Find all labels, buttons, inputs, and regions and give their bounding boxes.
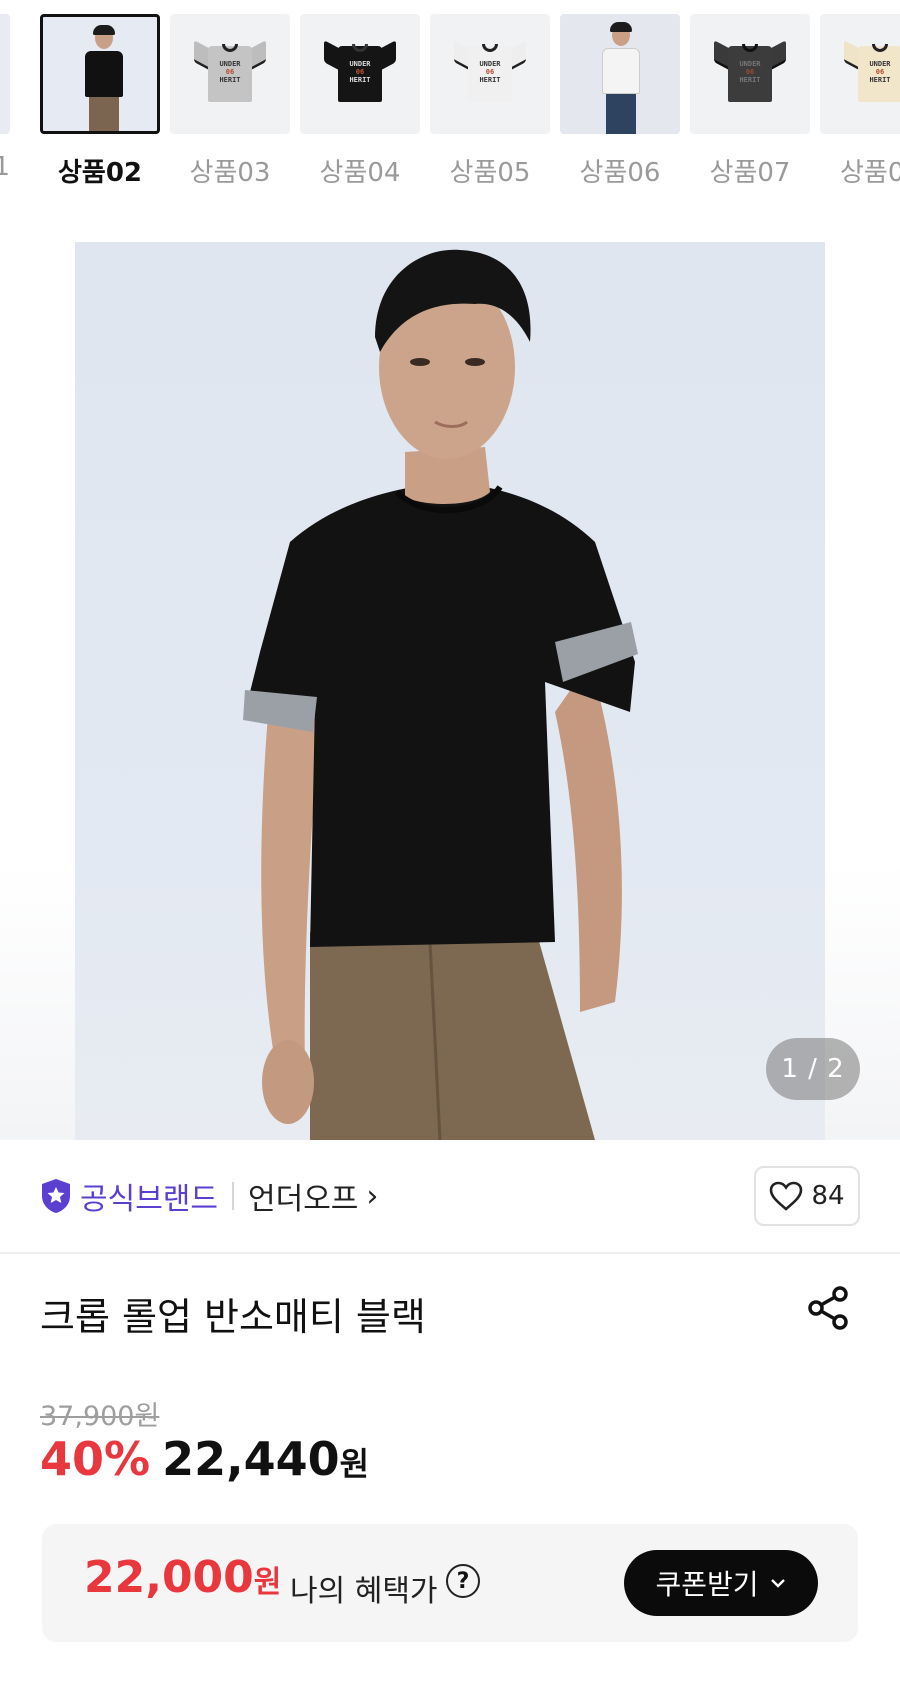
original-price: 37,900원	[40, 1401, 160, 1432]
share-icon[interactable]	[804, 1284, 852, 1332]
benefit-unit: 원	[253, 1565, 282, 1600]
thumbnail-item[interactable]: UNDER 06 HERIT 상품07	[690, 0, 810, 188]
thumbnail-item[interactable]: 상품06	[560, 0, 680, 188]
brand-divider	[232, 1182, 234, 1210]
brand-name-link[interactable]: 언더오프	[248, 1174, 358, 1218]
thumbnail-label: 상품04	[319, 158, 401, 188]
discount-rate: 40%	[40, 1432, 151, 1486]
thumbnail-label: 상품02	[57, 158, 143, 188]
thumbnail-label: 상품03	[189, 158, 271, 188]
thumbnail-label: 상품07	[709, 158, 791, 188]
sale-price-unit: 원	[339, 1445, 370, 1483]
coupon-button-label: 쿠폰받기	[655, 1568, 759, 1601]
like-button[interactable]: 84	[754, 1166, 860, 1226]
thumbnail-image: UNDER 06 HERIT	[170, 14, 290, 134]
official-brand-badge-icon	[42, 1179, 70, 1213]
thumbnail-item[interactable]: UNDER 06 HERIT 상품05	[430, 0, 550, 188]
price-row: 40% 22,440 원	[40, 1432, 369, 1486]
thumbnail-image: UNDER 06 HERIT	[690, 14, 810, 134]
section-divider	[0, 1252, 900, 1254]
like-count: 84	[811, 1181, 845, 1211]
product-title: 크롭 롤업 반소매티 블랙	[40, 1295, 426, 1339]
chevron-down-icon	[770, 1579, 785, 1588]
main-product-image[interactable]	[75, 242, 825, 1140]
benefit-amount: 22,000	[84, 1552, 254, 1603]
my-benefit-box: 22,000 원 나의 혜택가 ? 쿠폰받기	[42, 1524, 858, 1642]
heart-icon	[770, 1181, 803, 1211]
thumbnail-image	[560, 14, 680, 134]
benefit-label: 나의 혜택가	[290, 1574, 438, 1609]
thumbnail-image: UNDER 06 HERIT	[300, 14, 420, 134]
get-coupon-button[interactable]: 쿠폰받기	[624, 1550, 818, 1616]
help-icon[interactable]: ?	[446, 1564, 480, 1598]
thumbnail-item-selected[interactable]: 상품02	[40, 0, 160, 188]
thumbnail-image	[0, 14, 10, 134]
sale-price: 22,440	[162, 1432, 340, 1486]
thumbnail-image: UNDER 06 HERIT	[820, 14, 900, 134]
brand-row: 공식브랜드 언더오프 ›	[40, 1168, 860, 1224]
thumbnail-image	[40, 14, 160, 134]
thumbnail-item[interactable]: UNDER 06 HERIT 상품03	[170, 0, 290, 188]
thumbnail-label: 상품0	[840, 158, 900, 188]
official-brand-label: 공식브랜드	[80, 1182, 218, 1217]
thumbnail-image: UNDER 06 HERIT	[430, 14, 550, 134]
thumbnail-label: 상품06	[579, 158, 661, 188]
thumbnail-label: 1	[0, 152, 10, 182]
thumbnail-item[interactable]: UNDER 06 HERIT 상품0	[820, 0, 900, 188]
thumbnail-label: 상품05	[449, 158, 531, 188]
thumbnail-item[interactable]: 1	[0, 0, 10, 182]
chevron-right-icon[interactable]: ›	[366, 1179, 378, 1214]
model-photo	[243, 249, 638, 1140]
benefit-price: 22,000 원	[84, 1552, 281, 1603]
thumbnail-item[interactable]: UNDER 06 HERIT 상품04	[300, 0, 420, 188]
product-thumbnail-strip: 1 상품02 UNDER 06 HERIT 상품03 UNDER 06 HERI…	[0, 0, 900, 200]
image-page-counter: 1 / 2	[766, 1038, 860, 1100]
